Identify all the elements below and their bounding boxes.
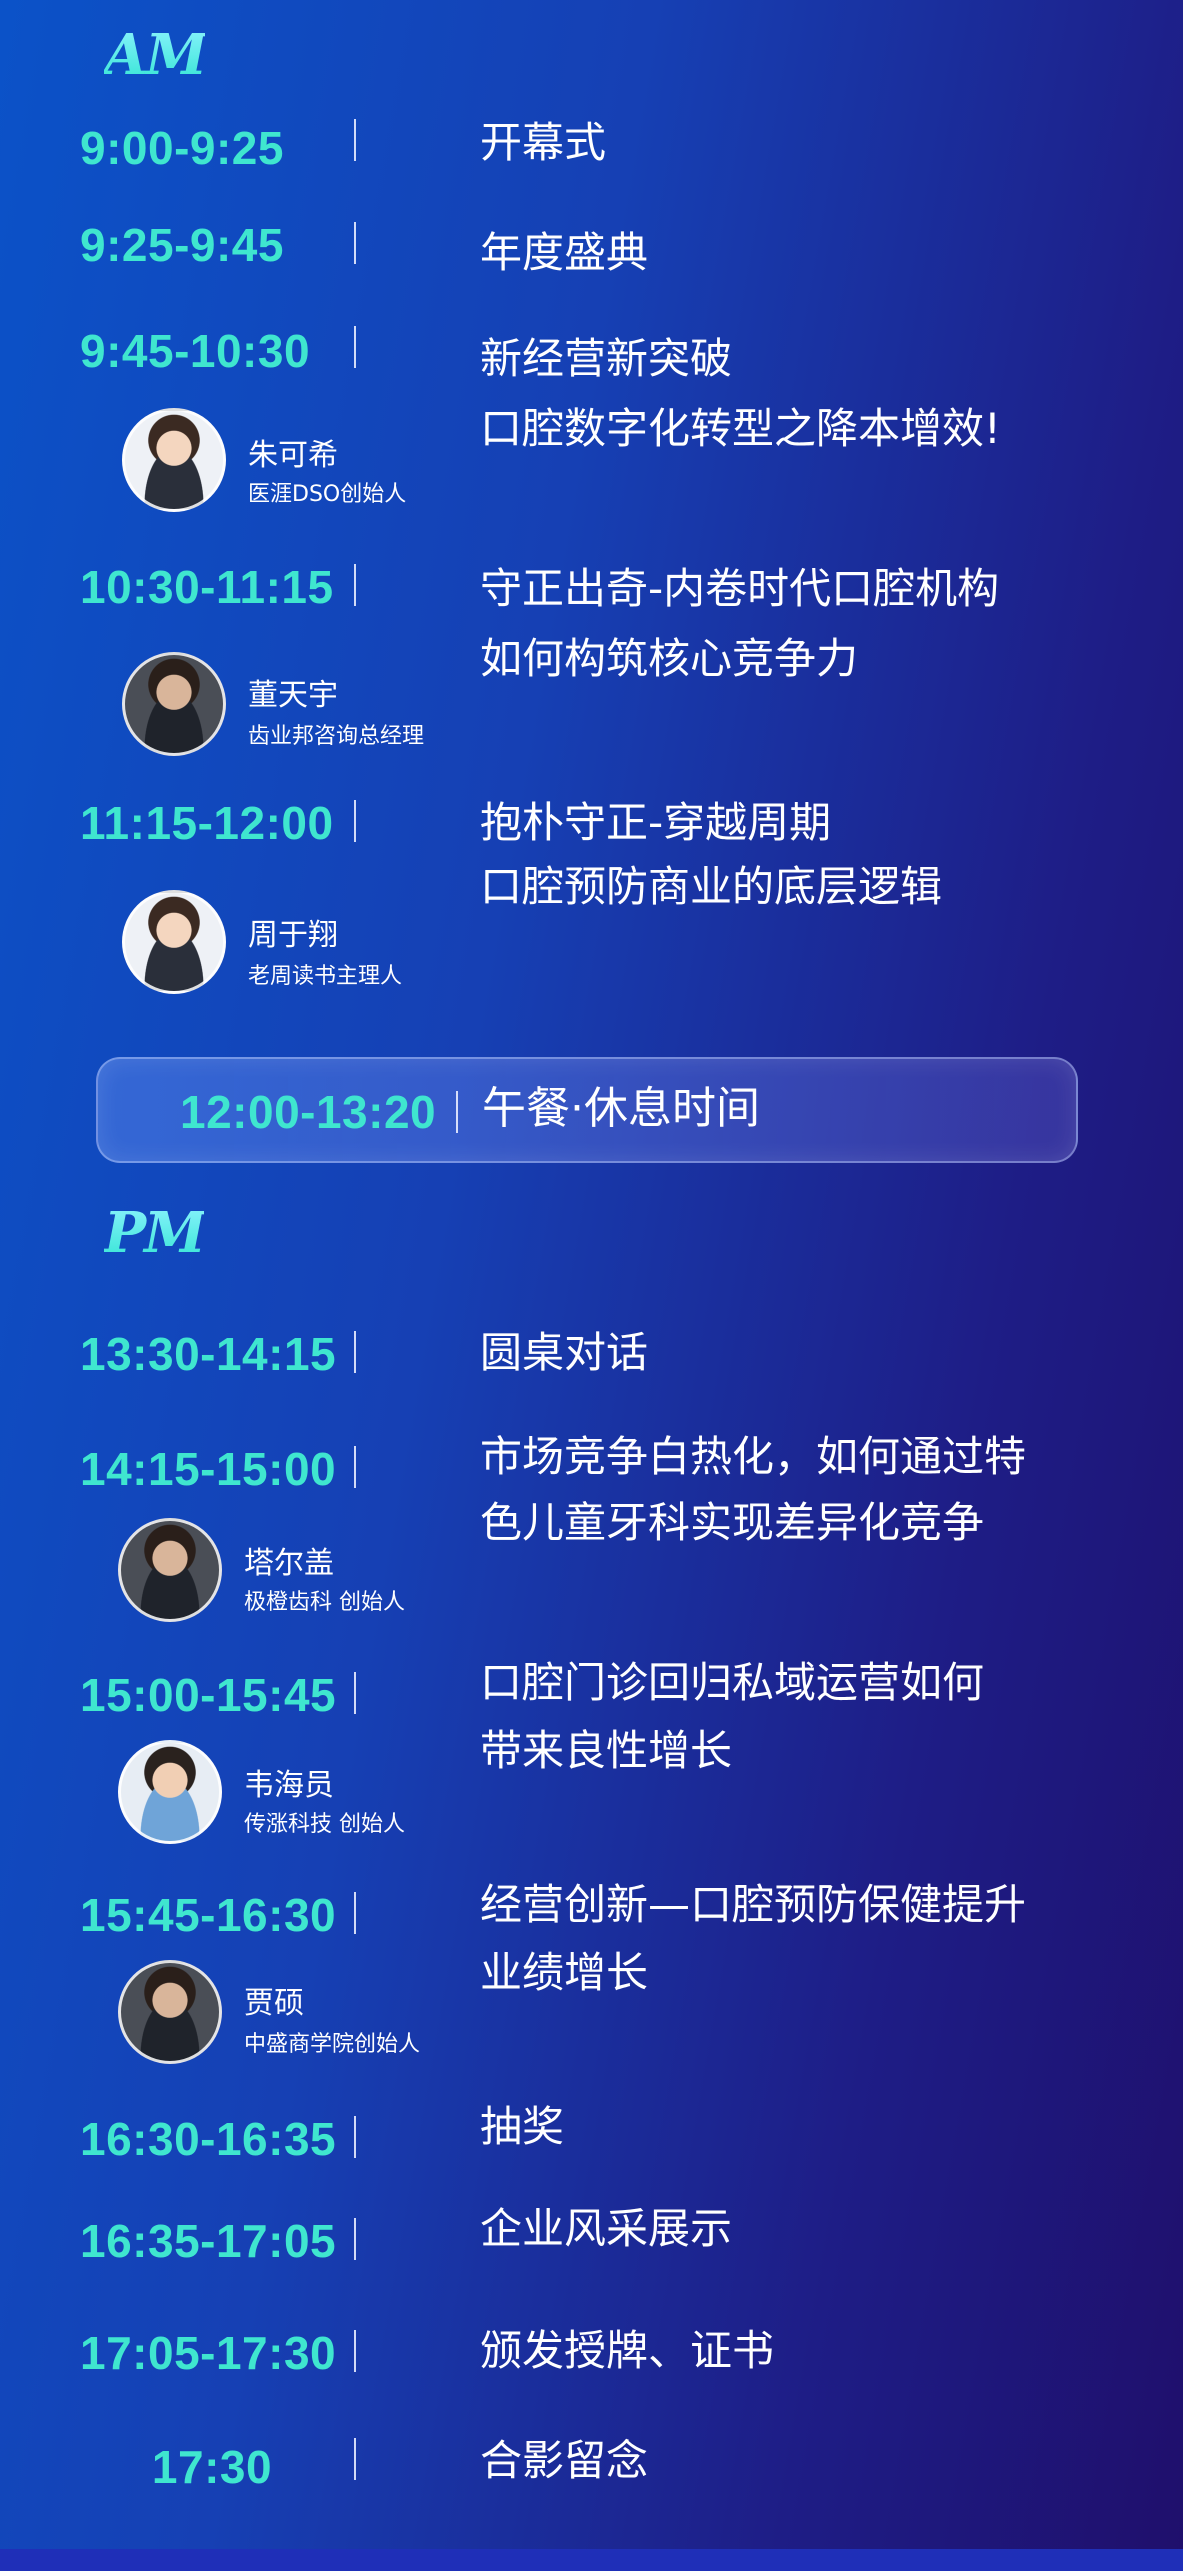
speaker-name: 贾硕 [244, 1986, 304, 2021]
separator [354, 2218, 356, 2260]
time-label: 13:30-14:15 [80, 1328, 337, 1380]
session-title: 口腔门诊回归私域运营如何 [480, 1658, 985, 1707]
session-title: 颁发授牌、证书 [480, 2326, 775, 2375]
separator [354, 2330, 356, 2372]
time-label: 9:25-9:45 [80, 219, 284, 271]
session-title: 抱朴守正-穿越周期 [480, 798, 832, 847]
separator [456, 1091, 458, 1133]
separator [354, 800, 356, 842]
session-title: 带来良性增长 [480, 1726, 733, 1775]
time-label: 12:00-13:20 [180, 1086, 437, 1138]
speaker-role: 中盛商学院创始人 [244, 2032, 421, 2057]
speaker-avatar [118, 1960, 222, 2064]
time-label: 17:05-17:30 [80, 2327, 337, 2379]
bottom-bar [0, 2549, 1183, 2571]
speaker-name: 韦海员 [244, 1768, 334, 1803]
lunch-break-card: 12:00-13:20 午餐·休息时间 [96, 1057, 1078, 1163]
time-label: 15:45-16:30 [80, 1889, 337, 1941]
session-title: 如何构筑核心竞争力 [480, 634, 859, 683]
separator [354, 2438, 356, 2480]
session-title: 企业风采展示 [480, 2204, 733, 2253]
separator [354, 222, 356, 264]
agenda-page: AM 9:00-9:25 开幕式 9:25-9:45 年度盛典 9:45-10:… [0, 0, 1183, 2571]
separator [354, 1331, 356, 1373]
session-title: 业绩增长 [480, 1948, 649, 1997]
time-label: 9:00-9:25 [80, 122, 284, 174]
time-label: 14:15-15:00 [80, 1443, 337, 1495]
speaker-avatar [122, 890, 226, 994]
speaker-name: 朱可希 [248, 438, 338, 473]
pm-label: PM [104, 1200, 206, 1266]
separator [354, 119, 356, 161]
time-label: 10:30-11:15 [80, 561, 334, 613]
separator [354, 564, 356, 606]
time-label: 9:45-10:30 [80, 325, 311, 377]
session-title: 抽奖 [480, 2102, 565, 2151]
session-title: 市场竞争白热化，如何通过特 [480, 1432, 1027, 1481]
separator [354, 1446, 356, 1488]
session-title: 守正出奇-内卷时代口腔机构 [480, 564, 1000, 613]
speaker-name: 塔尔盖 [244, 1546, 334, 1581]
time-label: 15:00-15:45 [80, 1669, 337, 1721]
speaker-avatar [118, 1518, 222, 1622]
session-title: 年度盛典 [480, 228, 649, 277]
session-title: 口腔预防商业的底层逻辑 [480, 862, 943, 911]
separator [354, 2116, 356, 2158]
speaker-role: 传涨科技 创始人 [244, 1812, 405, 1837]
am-label: AM [104, 22, 207, 88]
speaker-role: 极橙齿科 创始人 [244, 1590, 405, 1615]
time-label: 16:30-16:35 [80, 2113, 337, 2165]
session-title: 新经营新突破 [480, 334, 733, 383]
session-title: 色儿童牙科实现差异化竞争 [480, 1498, 985, 1547]
speaker-role: 齿业邦咨询总经理 [248, 724, 425, 749]
speaker-avatar [122, 408, 226, 512]
session-title: 合影留念 [480, 2436, 649, 2485]
time-label: 16:35-17:05 [80, 2215, 337, 2267]
speaker-name: 周于翔 [248, 918, 338, 953]
speaker-role: 老周读书主理人 [248, 964, 403, 989]
speaker-name: 董天宇 [248, 678, 338, 713]
separator [354, 1892, 356, 1934]
separator [354, 1672, 356, 1714]
lunch-title: 午餐·休息时间 [482, 1083, 760, 1134]
time-label: 11:15-12:00 [80, 797, 334, 849]
time-label: 17:30 [151, 2441, 273, 2493]
session-title: 圆桌对话 [480, 1328, 649, 1377]
session-title: 开幕式 [480, 118, 607, 167]
speaker-avatar [118, 1740, 222, 1844]
speaker-avatar [122, 652, 226, 756]
separator [354, 326, 356, 368]
session-title: 口腔数字化转型之降本增效! [480, 404, 1001, 453]
session-title: 经营创新—口腔预防保健提升 [480, 1880, 1027, 1929]
speaker-role: 医涯DSO创始人 [248, 482, 407, 507]
